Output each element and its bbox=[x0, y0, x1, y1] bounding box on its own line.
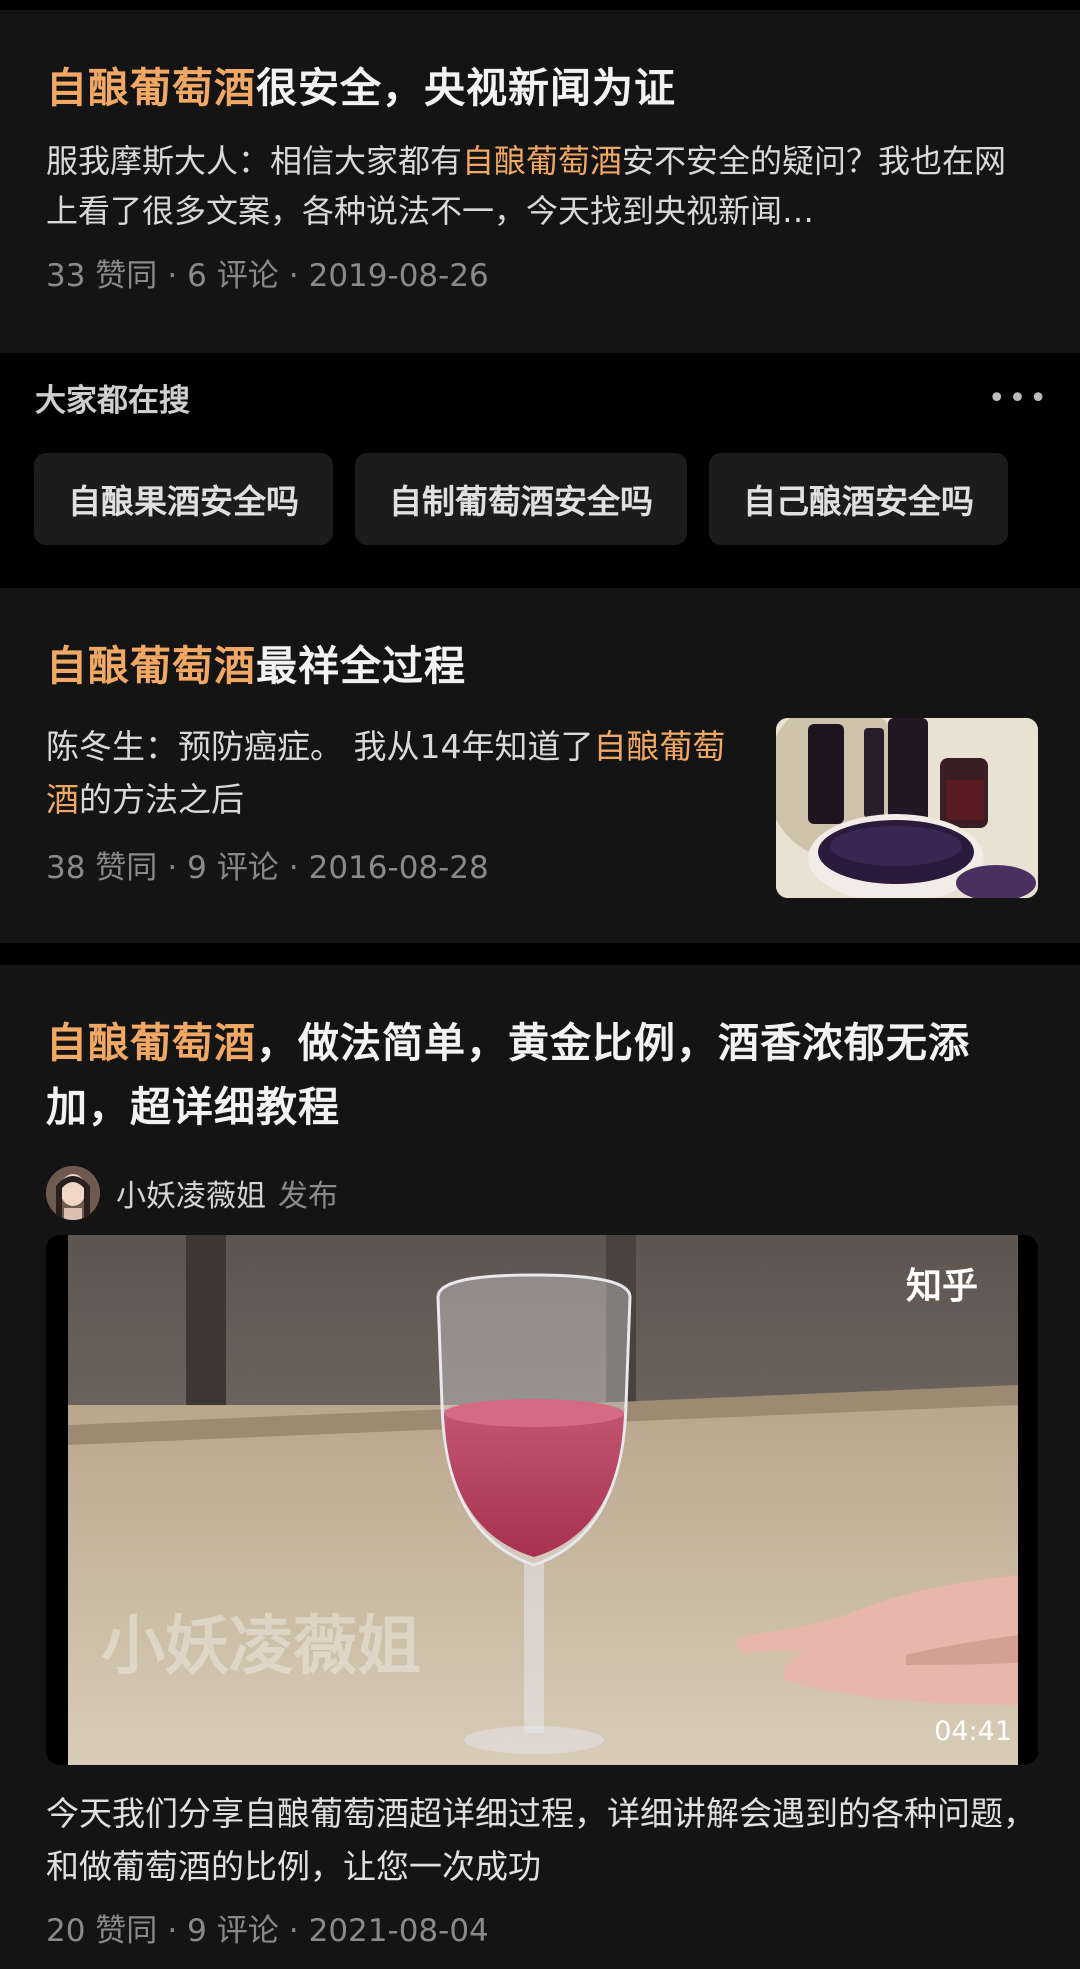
avatar[interactable] bbox=[46, 1166, 100, 1220]
likes-count: 20 赞同 bbox=[46, 1913, 158, 1949]
excerpt-text: 陈冬生：预防癌症。 我从14年知道了 bbox=[46, 727, 594, 766]
search-chip[interactable]: 自己酿酒安全吗 bbox=[709, 453, 1008, 545]
title-text: 很安全，央视新闻为证 bbox=[256, 64, 676, 112]
search-chips: 自酿果酒安全吗 自制葡萄酒安全吗 自己酿酒安全吗 bbox=[34, 453, 1008, 545]
likes-count: 38 赞同 bbox=[46, 850, 158, 886]
answer-card-1[interactable]: 自酿葡萄酒很安全，央视新闻为证 服我摩斯大人：相信大家都有自酿葡萄酒安不安全的疑… bbox=[0, 10, 1080, 353]
post-date: 2021-08-04 bbox=[308, 1913, 489, 1949]
card-meta: 38 赞同 · 9 评论 · 2016-08-28 bbox=[46, 848, 726, 888]
card-meta: 33 赞同 · 6 评论 · 2019-08-26 bbox=[46, 256, 1034, 296]
video-watermark: 小妖凌薇姐 bbox=[101, 1610, 421, 1684]
card-excerpt[interactable]: 服我摩斯大人：相信大家都有自酿葡萄酒安不安全的疑问？我也在网上看了很多文案，各种… bbox=[46, 136, 1034, 236]
card-meta: 20 赞同 · 9 评论 · 2021-08-04 bbox=[46, 1911, 489, 1951]
answer-card-2[interactable]: 自酿葡萄酒最祥全过程 陈冬生：预防癌症。 我从14年知道了自酿葡萄酒的方法之后 … bbox=[0, 588, 1080, 943]
title-highlight: 自酿葡萄酒 bbox=[46, 1019, 256, 1067]
title-highlight: 自酿葡萄酒 bbox=[46, 64, 256, 112]
more-options-icon[interactable]: ••• bbox=[988, 381, 1050, 416]
card-title[interactable]: 自酿葡萄酒，做法简单，黄金比例，酒香浓郁无添加，超详细教程 bbox=[46, 1011, 1034, 1139]
wine-bowl-image bbox=[776, 718, 1038, 898]
comments-count: 6 评论 bbox=[187, 258, 279, 294]
excerpt-highlight: 自酿葡萄酒 bbox=[462, 142, 623, 180]
comments-count: 9 评论 bbox=[187, 1913, 279, 1949]
video-description[interactable]: 今天我们分享自酿葡萄酒超详细过程，详细讲解会遇到的各种问题，和做葡萄酒的比例，让… bbox=[46, 1787, 1036, 1893]
card-title[interactable]: 自酿葡萄酒最祥全过程 bbox=[46, 634, 1034, 698]
author-name[interactable]: 小妖凌薇姐 bbox=[116, 1171, 266, 1215]
card-title[interactable]: 自酿葡萄酒很安全，央视新闻为证 bbox=[46, 56, 1034, 120]
author-row[interactable]: 小妖凌薇姐 发布 bbox=[46, 1165, 1034, 1221]
video-logo: 知乎 bbox=[905, 1266, 978, 1307]
meta-separator: · bbox=[167, 1913, 178, 1949]
video-player[interactable]: 知乎 小妖凌薇姐 04:41 bbox=[46, 1235, 1038, 1765]
answer-card-3[interactable]: 自酿葡萄酒，做法简单，黄金比例，酒香浓郁无添加，超详细教程 小妖凌薇姐 发布 知… bbox=[0, 965, 1080, 1969]
search-chip[interactable]: 自制葡萄酒安全吗 bbox=[355, 453, 687, 545]
excerpt-text: 的方法之后 bbox=[79, 780, 244, 819]
title-highlight: 自酿葡萄酒 bbox=[46, 642, 256, 690]
post-date: 2016-08-28 bbox=[308, 850, 489, 886]
video-duration: 04:41 bbox=[934, 1716, 1012, 1747]
meta-separator: · bbox=[288, 1913, 299, 1949]
card-thumbnail[interactable] bbox=[776, 718, 1038, 898]
post-date: 2019-08-26 bbox=[308, 258, 489, 294]
meta-separator: · bbox=[288, 258, 299, 294]
meta-separator: · bbox=[167, 258, 178, 294]
related-searches: 大家都在搜 ••• 自酿果酒安全吗 自制葡萄酒安全吗 自己酿酒安全吗 bbox=[0, 353, 1080, 588]
author-action: 发布 bbox=[278, 1179, 338, 1214]
meta-separator: · bbox=[288, 850, 299, 886]
likes-count: 33 赞同 bbox=[46, 258, 158, 294]
avatar-image bbox=[46, 1166, 100, 1220]
title-text: 最祥全过程 bbox=[256, 642, 466, 690]
meta-separator: · bbox=[167, 850, 178, 886]
related-searches-title: 大家都在搜 bbox=[35, 383, 190, 419]
excerpt-text: 服我摩斯大人：相信大家都有 bbox=[46, 142, 463, 180]
comments-count: 9 评论 bbox=[187, 850, 279, 886]
card-excerpt[interactable]: 陈冬生：预防癌症。 我从14年知道了自酿葡萄酒的方法之后 bbox=[46, 720, 726, 826]
search-chip[interactable]: 自酿果酒安全吗 bbox=[34, 453, 333, 545]
